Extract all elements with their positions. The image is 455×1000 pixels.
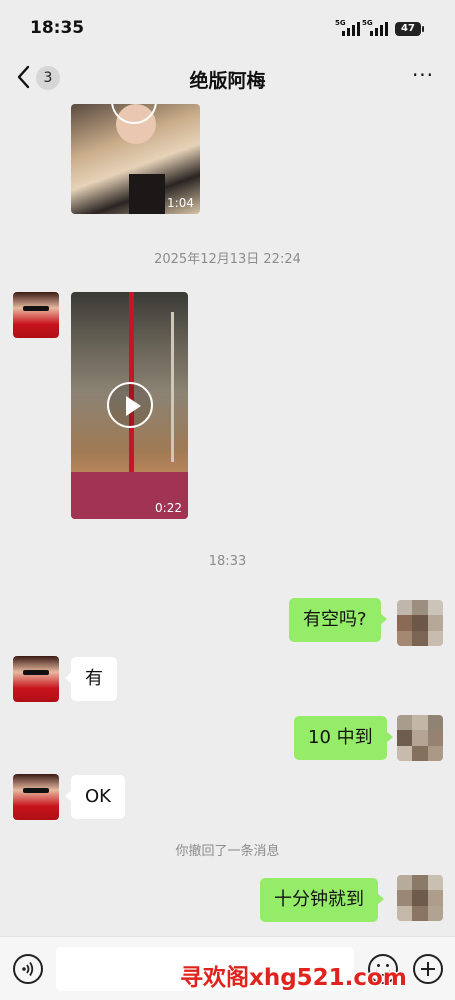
video-duration: 0:22 [155,501,182,515]
avatar[interactable] [13,292,59,338]
timestamp: 2025年12月13日 22:24 [154,252,301,267]
status-bar: 18:35 5G 5G 47 [0,0,455,52]
signal-bars-icon [342,22,360,36]
video-duration: 1:04 [167,196,194,210]
message-bubble-outgoing[interactable]: 十分钟就到 [260,878,384,922]
message-bubble-outgoing[interactable]: 10 中到 [294,716,393,760]
status-time: 18:35 [30,18,85,38]
signal-bars-icon [370,22,388,36]
avatar[interactable] [397,875,443,921]
video-thumbnail [171,312,174,462]
plus-icon[interactable] [413,954,443,984]
voice-icon[interactable] [13,954,43,984]
timestamp: 18:33 [208,554,247,569]
chat-title: 绝版阿梅 [189,70,266,92]
avatar[interactable] [397,600,443,646]
chat-header: 3 绝版阿梅 ··· [0,52,455,104]
avatar[interactable] [397,715,443,761]
message-bubble-outgoing[interactable]: 有空吗? [289,598,387,642]
system-message: 你撤回了一条消息 [175,844,280,859]
message-bubble-incoming[interactable]: 有 [65,657,117,701]
video-message[interactable]: 1:04 [71,104,200,214]
more-dots-icon[interactable]: ··· [408,65,438,90]
avatar[interactable] [13,774,59,820]
play-icon[interactable] [107,382,153,428]
video-thumbnail [129,174,165,214]
video-message[interactable]: 0:22 [71,292,188,519]
message-list[interactable]: 1:04 2025年12月13日 22:24 0:22 18:33 有空吗? 有… [0,104,455,936]
avatar[interactable] [13,656,59,702]
battery-icon: 47 [395,22,424,36]
message-bubble-incoming[interactable]: OK [65,775,125,819]
watermark-text: 寻欢阁xhg521.com [180,965,407,991]
